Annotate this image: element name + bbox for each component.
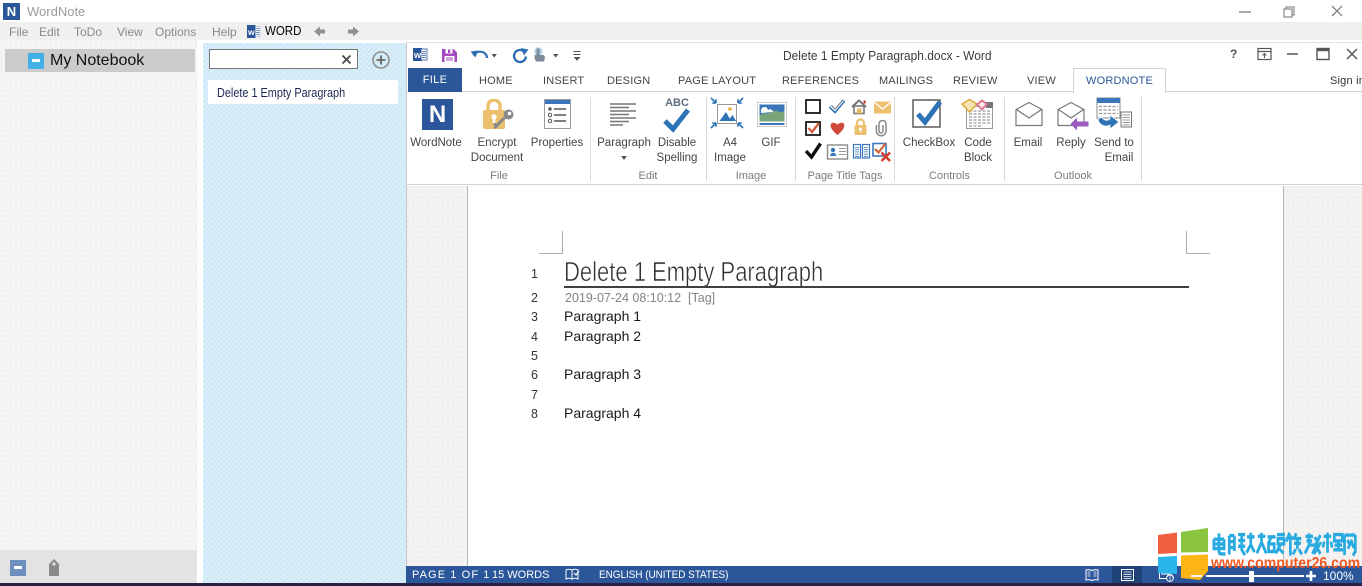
svg-text:?: ? [1230,47,1237,61]
svg-text:w: w [247,27,255,37]
svg-text:w: w [413,50,422,60]
